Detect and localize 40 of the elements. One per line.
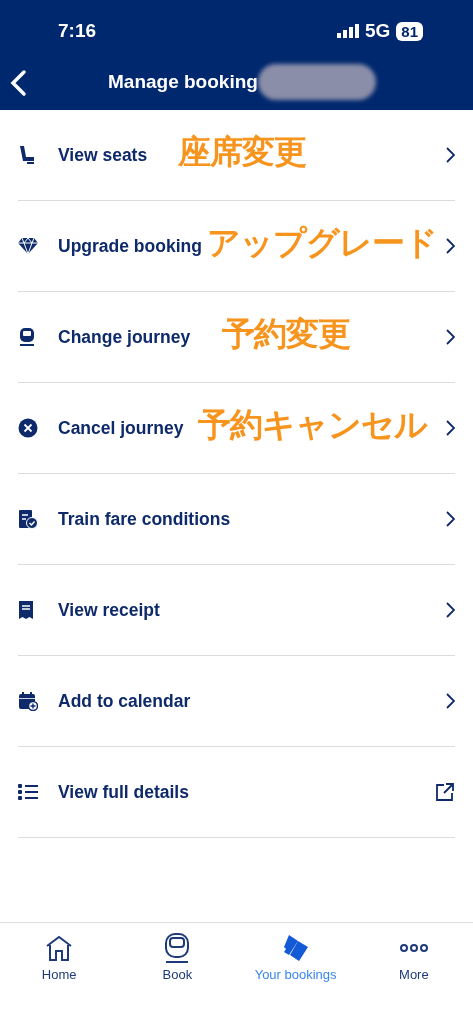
list-icon	[18, 783, 38, 801]
train-icon	[18, 327, 36, 347]
calendar-add-icon	[18, 691, 38, 711]
clock-time: 7:16	[58, 20, 97, 42]
chevron-right-icon	[445, 510, 455, 528]
network-label: 5G	[364, 20, 391, 42]
annotation-text: 座席変更	[178, 131, 306, 173]
chevron-right-icon	[445, 419, 455, 437]
chevron-right-icon	[445, 328, 455, 346]
menu-item[interactable]: View seats 座席変更	[18, 110, 455, 201]
train-icon	[164, 933, 191, 963]
menu-item[interactable]: Train fare conditions	[18, 474, 455, 565]
more-icon	[399, 943, 428, 953]
page-title: Manage booking	[108, 71, 258, 93]
annotation-text: アップグレード	[207, 222, 437, 264]
chevron-right-icon	[445, 692, 455, 710]
menu-item[interactable]: View full details	[18, 747, 455, 838]
chevron-right-icon	[445, 237, 455, 255]
chevron-right-icon	[445, 146, 455, 164]
signal-icon	[336, 24, 359, 38]
menu-item[interactable]: Cancel journey 予約キャンセル	[18, 383, 455, 474]
home-icon	[45, 934, 74, 962]
menu-item[interactable]: Upgrade booking アップグレード	[18, 201, 455, 292]
receipt-icon	[18, 600, 34, 620]
menu-item[interactable]: View receipt	[18, 565, 455, 656]
diamond-icon	[18, 237, 38, 255]
menu-item[interactable]: Add to calendar	[18, 656, 455, 747]
tab-item[interactable]: Your bookings	[236, 923, 355, 1024]
tab-item[interactable]: More	[354, 923, 473, 1024]
menu-item[interactable]: Change journey 予約変更	[18, 292, 455, 383]
annotation-text: 予約キャンセル	[198, 404, 427, 446]
annotation-text: 予約変更	[222, 313, 350, 355]
chevron-right-icon	[445, 601, 455, 619]
battery-level: 81	[396, 21, 423, 41]
tab-item[interactable]: Home	[0, 923, 119, 1024]
document-check-icon	[18, 509, 38, 529]
tab-item[interactable]: Book	[118, 923, 237, 1024]
cancel-icon	[18, 418, 38, 438]
external-link-icon	[435, 782, 455, 802]
seat-icon	[18, 145, 36, 165]
